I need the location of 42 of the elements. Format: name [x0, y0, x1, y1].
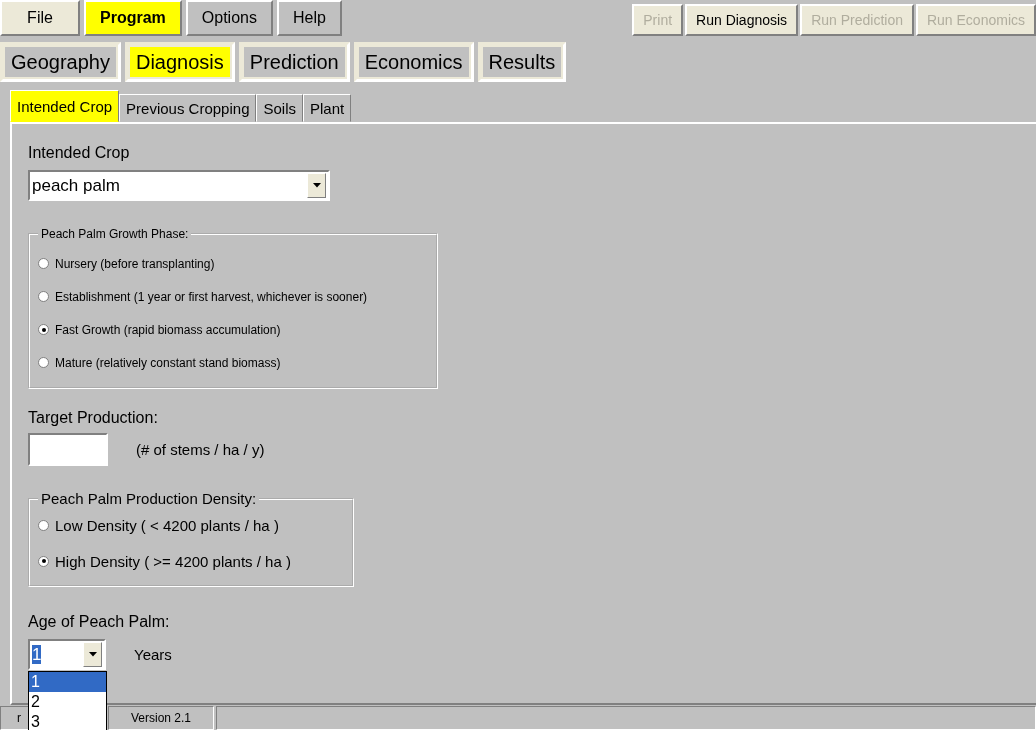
- group-title: Peach Palm Production Density:: [40, 490, 258, 507]
- radio-button[interactable]: [38, 324, 49, 335]
- menu-button[interactable]: Help: [276, 0, 342, 36]
- field-label: Age of Peach Palm:: [28, 613, 170, 631]
- dropdown-option[interactable]: 1: [29, 672, 106, 692]
- menu-button[interactable]: Program: [84, 0, 182, 36]
- tab[interactable]: Soils: [256, 94, 303, 122]
- radio-button[interactable]: [38, 357, 49, 368]
- radio-label: Fast Growth (rapid biomass accumulation): [55, 322, 281, 337]
- radio-button[interactable]: [38, 519, 49, 531]
- tab[interactable]: Intended Crop: [10, 90, 120, 122]
- radio-button[interactable]: [38, 291, 49, 302]
- tab[interactable]: Plant: [303, 94, 352, 122]
- radio-label: Establishment (1 year or first harvest, whichever is sooner): [55, 289, 368, 304]
- radio-label: High Density ( >= 4200 plants / ha ): [55, 552, 291, 570]
- menu-button[interactable]: Options: [185, 0, 273, 36]
- tab[interactable]: Diagnosis: [129, 47, 230, 77]
- field-label: Intended Crop: [28, 144, 130, 162]
- dropdown-arrow-icon: [88, 652, 97, 657]
- action-button[interactable]: Run Diagnosis: [685, 4, 799, 36]
- tab[interactable]: Results: [482, 47, 562, 77]
- unit-label: (# of stems / ha / y): [136, 441, 265, 458]
- status-text: Version 2.1: [108, 706, 214, 730]
- age-dropdown[interactable]: 1: [28, 639, 106, 670]
- group-title: Peach Palm Growth Phase:: [40, 227, 190, 241]
- radio-label: Nursery (before transplanting): [55, 256, 215, 271]
- menu-button[interactable]: File: [0, 0, 80, 36]
- dropdown-arrow-icon: [312, 183, 321, 188]
- tab[interactable]: Economics: [358, 47, 469, 77]
- radio-button[interactable]: [38, 555, 49, 567]
- radio-button[interactable]: [38, 258, 49, 269]
- dropdown-option[interactable]: 2: [29, 692, 106, 712]
- tab[interactable]: Previous Cropping: [119, 94, 257, 122]
- dropdown-option[interactable]: 3: [29, 712, 106, 730]
- radio-label: Mature (relatively constant stand biomass): [55, 355, 281, 370]
- tab[interactable]: Prediction: [243, 47, 345, 77]
- radio-label: Low Density ( < 4200 plants / ha ): [55, 516, 279, 534]
- field-label: Target Production:: [28, 409, 158, 427]
- crop-dropdown[interactable]: peach palm: [28, 170, 330, 201]
- unit-label: Years: [134, 646, 172, 663]
- tab[interactable]: Geography: [5, 47, 116, 77]
- input-field[interactable]: [28, 433, 108, 466]
